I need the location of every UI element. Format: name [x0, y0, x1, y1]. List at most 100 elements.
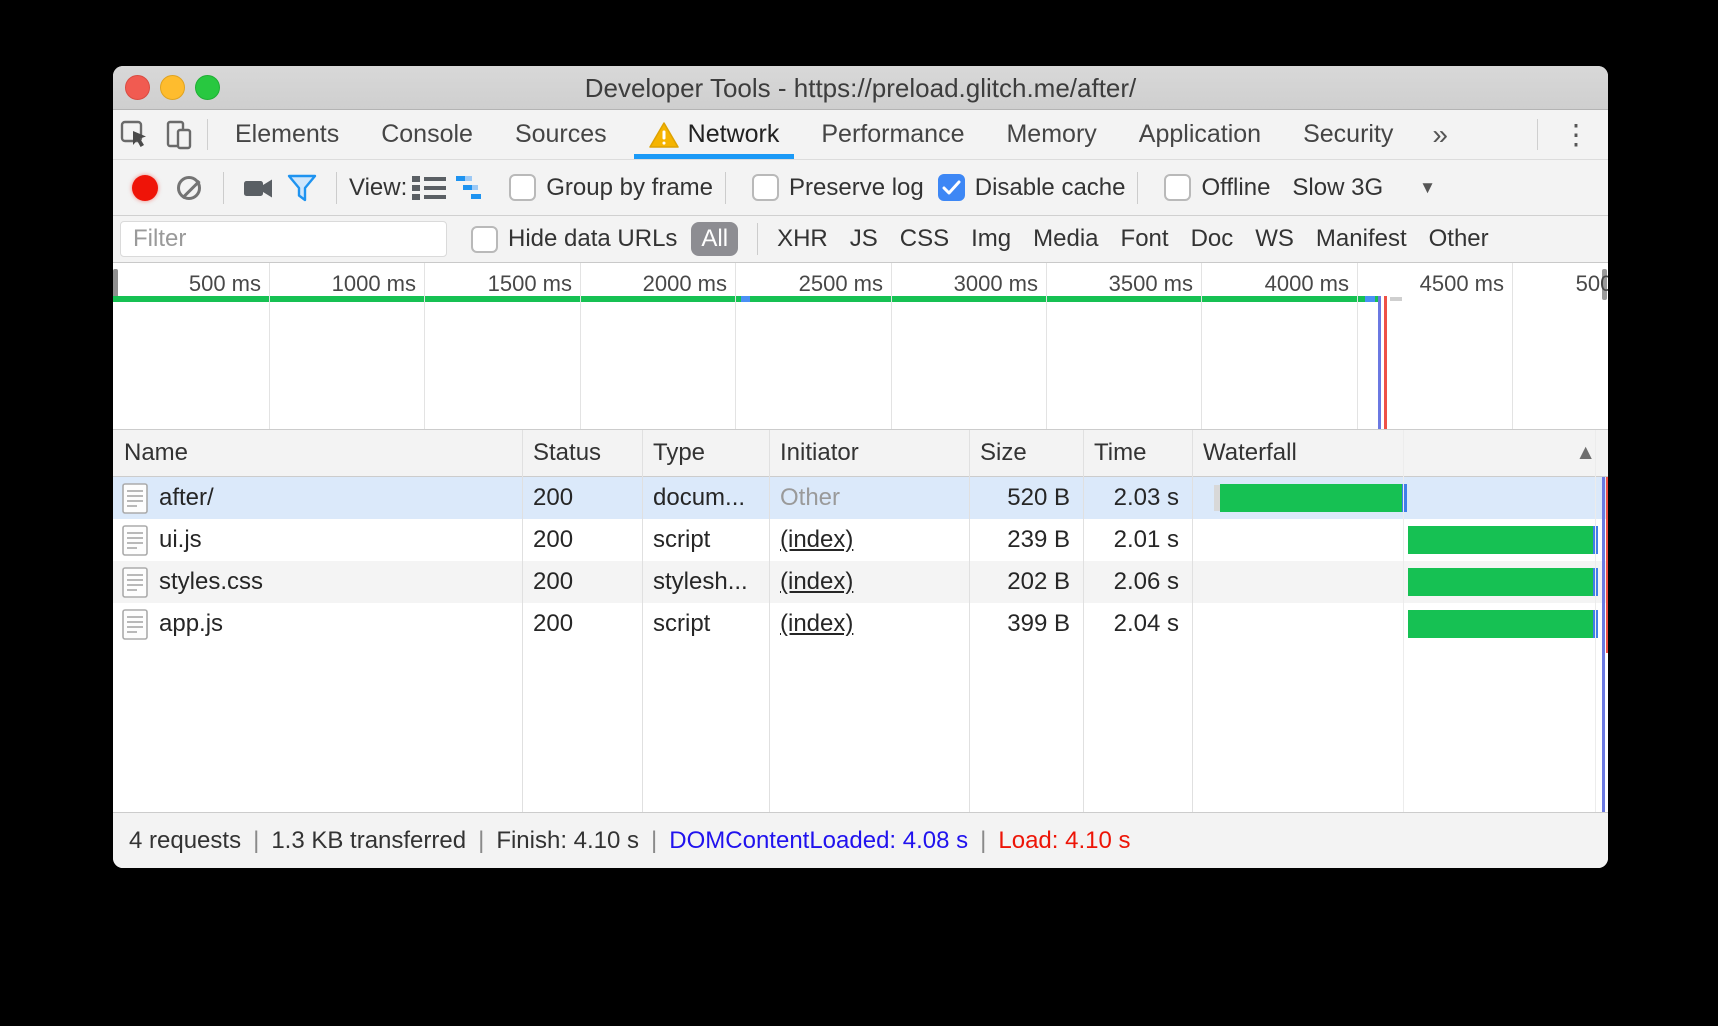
waterfall-bar[interactable] [1408, 526, 1598, 554]
time-cell: 2.03 s [1083, 484, 1192, 512]
timeline-gridline [1201, 263, 1202, 429]
column-divider[interactable] [769, 430, 770, 812]
camera-icon [243, 174, 273, 202]
initiator-link[interactable]: (index) [780, 568, 853, 595]
tab-label: Elements [235, 120, 339, 149]
tab-network[interactable]: Network [628, 110, 801, 159]
initiator-link[interactable]: (index) [780, 526, 853, 553]
tab-elements[interactable]: Elements [214, 110, 360, 159]
timeline-gridline [580, 263, 581, 429]
timeline-gridline [1357, 263, 1358, 429]
waterfall-bar[interactable] [1220, 484, 1407, 512]
timeline-overview[interactable]: 500 ms1000 ms1500 ms2000 ms2500 ms3000 m… [113, 263, 1608, 430]
clear-button[interactable] [167, 168, 211, 208]
tab-label: Sources [515, 120, 607, 149]
timeline-tick-label: 4500 ms [1364, 271, 1504, 297]
column-divider[interactable] [642, 430, 643, 812]
table-row[interactable]: app.js 200 script (index) 399 B 2.04 s [113, 603, 1608, 645]
more-tabs-button[interactable]: » [1414, 110, 1466, 159]
chevrons-right-icon: » [1432, 119, 1448, 151]
window-title: Developer Tools - https://preload.glitch… [113, 66, 1608, 110]
column-header-waterfall[interactable]: Waterfall ▲ [1192, 439, 1608, 467]
timeline-tick-label: 5000 ms [1520, 271, 1608, 297]
inspect-element-button[interactable] [113, 110, 157, 159]
request-name: styles.css [159, 568, 263, 596]
column-header-status[interactable]: Status [522, 439, 642, 467]
timeline-gridline [424, 263, 425, 429]
file-icon [122, 609, 148, 640]
initiator-link[interactable]: (index) [780, 610, 853, 637]
filter-type-xhr[interactable]: XHR [777, 222, 828, 256]
filter-type-all[interactable]: All [691, 222, 738, 256]
disable-cache-checkbox[interactable] [938, 174, 965, 201]
table-row[interactable]: styles.css 200 stylesh... (index) 202 B … [113, 561, 1608, 603]
offline-label: Offline [1201, 174, 1270, 202]
throttling-select[interactable]: Slow 3G ▼ [1292, 174, 1436, 202]
tab-security[interactable]: Security [1282, 110, 1414, 159]
tab-label: Network [688, 120, 780, 149]
filter-type-doc[interactable]: Doc [1191, 222, 1234, 256]
request-name-cell: styles.css [113, 567, 522, 598]
file-icon [122, 525, 148, 556]
filter-type-font[interactable]: Font [1121, 222, 1169, 256]
waterfall-view-icon [456, 175, 490, 201]
device-toolbar-icon [163, 119, 195, 151]
table-row[interactable]: after/ 200 docum... Other 520 B 2.03 s [113, 477, 1608, 519]
filter-type-img[interactable]: Img [971, 222, 1011, 256]
timeline-gridline [269, 263, 270, 429]
warning-icon [649, 121, 679, 149]
timeline-tick-label: 4000 ms [1209, 271, 1349, 297]
status-cell: 200 [522, 568, 642, 596]
column-header-initiator[interactable]: Initiator [769, 439, 969, 467]
toolbar-separator [1537, 119, 1538, 150]
preserve-log-checkbox[interactable] [752, 174, 779, 201]
waterfall-bar[interactable] [1408, 610, 1598, 638]
offline-checkbox[interactable] [1164, 174, 1191, 201]
active-tab-underline [634, 154, 795, 159]
column-header-time[interactable]: Time [1083, 439, 1192, 467]
filter-type-ws[interactable]: WS [1255, 222, 1294, 256]
toolbar-separator [1137, 172, 1138, 204]
use-large-rows-button[interactable] [407, 168, 451, 208]
tab-performance[interactable]: Performance [800, 110, 985, 159]
tab-application[interactable]: Application [1118, 110, 1282, 159]
preserve-log-label: Preserve log [789, 174, 924, 202]
tab-memory[interactable]: Memory [985, 110, 1117, 159]
devtools-window: Developer Tools - https://preload.glitch… [113, 66, 1608, 868]
timeline-gridline [1046, 263, 1047, 429]
capture-screenshots-button[interactable] [236, 168, 280, 208]
devtools-menu-button[interactable]: ⋮ [1544, 110, 1608, 159]
filter-input[interactable] [120, 221, 447, 257]
waterfall-bar[interactable] [1408, 568, 1598, 596]
request-name: app.js [159, 610, 223, 638]
column-divider[interactable] [1192, 430, 1193, 812]
filter-type-other[interactable]: Other [1429, 222, 1489, 256]
waterfall-cell [1192, 519, 1608, 561]
column-divider[interactable] [522, 430, 523, 812]
table-row[interactable]: ui.js 200 script (index) 239 B 2.01 s [113, 519, 1608, 561]
column-divider[interactable] [969, 430, 970, 812]
record-button[interactable] [123, 168, 167, 208]
file-icon [122, 567, 148, 598]
transferred-size: 1.3 KB transferred [271, 827, 466, 855]
title-bar[interactable]: Developer Tools - https://preload.glitch… [113, 66, 1608, 110]
tab-sources[interactable]: Sources [494, 110, 628, 159]
filter-type-css[interactable]: CSS [900, 222, 949, 256]
column-divider[interactable] [1083, 430, 1084, 812]
hide-data-urls-checkbox[interactable] [471, 226, 498, 253]
sort-ascending-icon[interactable]: ▲ [1575, 441, 1596, 465]
filter-type-manifest[interactable]: Manifest [1316, 222, 1407, 256]
timeline-gridline [891, 263, 892, 429]
filter-type-js[interactable]: JS [850, 222, 878, 256]
tab-console[interactable]: Console [360, 110, 494, 159]
filter-type-media[interactable]: Media [1033, 222, 1098, 256]
device-toolbar-button[interactable] [157, 110, 201, 159]
group-by-frame-checkbox[interactable] [509, 174, 536, 201]
toolbar-separator [725, 172, 726, 204]
show-overview-button[interactable] [451, 168, 495, 208]
column-header-type[interactable]: Type [642, 439, 769, 467]
finish-time: Finish: 4.10 s [496, 827, 639, 855]
column-header-name[interactable]: Name [113, 439, 522, 467]
column-header-size[interactable]: Size [969, 439, 1083, 467]
filter-button[interactable] [280, 168, 324, 208]
